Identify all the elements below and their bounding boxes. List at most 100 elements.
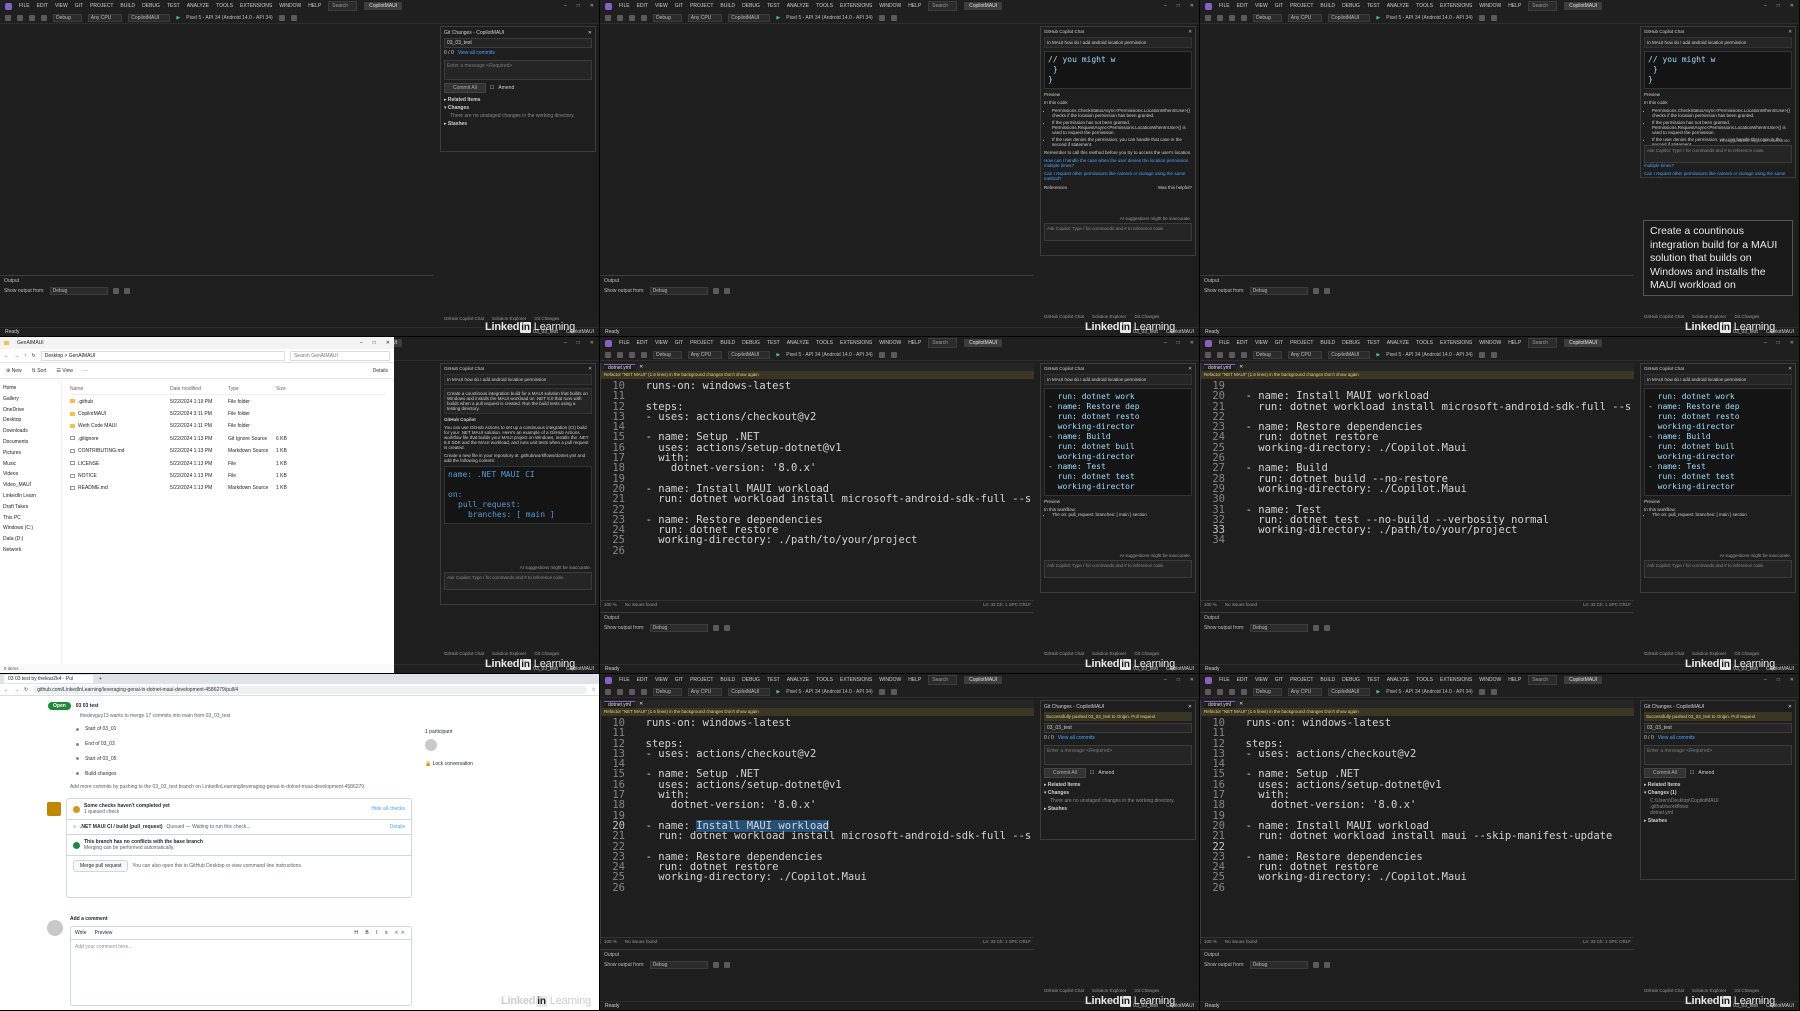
close-icon[interactable]: ✕ <box>590 340 594 346</box>
undo-icon[interactable] <box>641 688 647 695</box>
menu-item[interactable]: BUILD <box>720 340 735 346</box>
view-commits-link[interactable]: View all commits <box>458 50 495 56</box>
nav-item[interactable]: This PC <box>3 515 58 521</box>
window-controls[interactable]: – □ ✕ <box>1764 677 1794 683</box>
close-icon[interactable]: ✕ <box>639 701 643 707</box>
forward-icon[interactable]: → <box>14 687 19 693</box>
menu-item[interactable]: WINDOW <box>879 340 901 346</box>
tool-icon[interactable] <box>890 688 897 695</box>
file-row[interactable]: Weth Code MAUI 5/22/2024 1:11 PM File fold… <box>70 420 386 432</box>
commit-all-button[interactable]: Commit All <box>444 83 486 93</box>
close-icon[interactable]: ✕ <box>1188 704 1192 710</box>
tool-icon[interactable] <box>890 14 897 21</box>
view-button[interactable]: ☰ View <box>56 368 73 374</box>
menu-item[interactable]: WINDOW <box>879 677 901 683</box>
configuration-select[interactable]: Debug <box>1253 687 1282 696</box>
code-editor[interactable]: dotnet.yml ✕ Refactor "NET MAUI" (1.6 line… <box>1200 700 1634 944</box>
browser-tab[interactable]: 03 03 test by thelear2k4 · Pul <box>4 675 94 683</box>
menu-item[interactable]: WINDOW <box>879 3 901 9</box>
nav-item[interactable]: Video_MAUI <box>3 482 58 488</box>
menu-item[interactable]: FILE <box>619 340 630 346</box>
run-icon[interactable]: ▶ <box>1376 15 1380 21</box>
changes-section[interactable]: ▾ Changes <box>1044 790 1192 796</box>
menu-item[interactable]: FILE <box>1219 3 1230 9</box>
wrap-icon[interactable] <box>1324 625 1331 631</box>
editor-tab[interactable]: dotnet.yml <box>1204 700 1236 708</box>
platform-select[interactable]: Any CPU <box>1287 687 1323 696</box>
panel-tab[interactable]: GitHub Copilot Chat <box>444 651 484 656</box>
tool-icon[interactable] <box>878 351 885 358</box>
file-row[interactable]: .gitignore 5/22/2024 1:13 PM Git Ignore So… <box>70 433 386 445</box>
new-tab-icon[interactable]: + <box>99 676 102 682</box>
menu-item[interactable]: TOOLS <box>1416 3 1433 9</box>
panel-tab[interactable]: Solution Explorer <box>1092 314 1126 319</box>
back-icon[interactable]: ← <box>4 687 9 693</box>
sort-button[interactable]: ⇅ Sort <box>32 368 47 374</box>
tool-icon[interactable] <box>1478 14 1485 21</box>
minimize-icon[interactable]: – <box>360 340 363 346</box>
back-icon[interactable]: ← <box>4 353 9 359</box>
minimize-icon[interactable]: – <box>1764 677 1767 683</box>
tool-icon[interactable] <box>278 14 285 21</box>
nav-item[interactable]: Music <box>3 461 58 467</box>
menu-item[interactable]: HELP <box>1508 677 1521 683</box>
menu-item[interactable]: DEBUG <box>1342 3 1360 9</box>
editor-tab[interactable]: dotnet.yml <box>604 700 636 708</box>
commit-item[interactable]: End of 03_03 <box>0 737 420 752</box>
code-editor[interactable]: dotnet.yml ✕ Refactor "NET MAUI" (1.6 line… <box>600 700 1034 944</box>
search-box[interactable]: Search <box>928 1 958 11</box>
menu-item[interactable]: GIT <box>1275 340 1283 346</box>
menu-item[interactable]: TEST <box>767 340 780 346</box>
menu-item[interactable]: BUILD <box>720 677 735 683</box>
panel-tab[interactable]: GitHub Copilot Chat <box>1044 314 1084 319</box>
menu-item[interactable]: HELP <box>908 340 921 346</box>
panel-tab[interactable]: Solution Explorer <box>1092 651 1126 656</box>
close-icon[interactable]: ✕ <box>1790 340 1794 346</box>
chat-input[interactable]: Ask Copilot: Type / for commands and # t… <box>1044 560 1192 578</box>
maximize-icon[interactable]: □ <box>1777 677 1780 683</box>
menu-item[interactable]: BUILD <box>1320 677 1335 683</box>
save-icon[interactable] <box>629 688 635 695</box>
panel-tab[interactable]: GitHub Copilot Chat <box>1644 314 1684 319</box>
menu-item[interactable]: GIT <box>75 3 83 9</box>
refresh-icon[interactable]: ↻ <box>24 687 28 693</box>
hide-checks-link[interactable]: Hide all checks <box>371 806 405 812</box>
column-header[interactable]: Type <box>228 386 276 392</box>
menu-item[interactable]: WINDOW <box>1479 340 1501 346</box>
close-icon[interactable]: ✕ <box>1188 366 1192 372</box>
file-row[interactable]: NOTICE 5/22/2024 1:13 PM File 1 KB <box>70 470 386 482</box>
menu-item[interactable]: VIEW <box>55 3 68 9</box>
panel-tab[interactable]: GitHub Copilot Chat <box>1644 988 1684 993</box>
details-button[interactable]: Details <box>373 368 388 374</box>
menu-item[interactable]: HELP <box>1508 340 1521 346</box>
menu-item[interactable]: VIEW <box>655 340 668 346</box>
menu-item[interactable]: DEBUG <box>742 677 760 683</box>
amend-checkbox[interactable]: ☐ <box>1690 770 1694 776</box>
wrap-icon[interactable] <box>1324 288 1331 294</box>
window-controls[interactable]: – □ ✕ <box>1764 340 1794 346</box>
chat-prompt-bubble[interactable]: Create a countinous integration build fo… <box>1643 220 1793 296</box>
menu-item[interactable]: TOOLS <box>816 3 833 9</box>
close-icon[interactable]: ✕ <box>1239 364 1243 370</box>
platform-select[interactable]: Any CPU <box>687 687 723 696</box>
project-select[interactable]: CopilotMAUI <box>728 687 771 696</box>
maximize-icon[interactable]: □ <box>1177 3 1180 9</box>
nav-item[interactable]: Network <box>3 547 58 553</box>
lock-conversation[interactable]: 🔒 Lock conversation <box>425 761 473 767</box>
project-select[interactable]: CopilotMAUI <box>728 13 771 22</box>
close-icon[interactable]: ✕ <box>1190 3 1194 9</box>
configuration-select[interactable]: Debug <box>1253 350 1282 359</box>
nav-item[interactable]: Gallery <box>3 396 58 402</box>
window-controls[interactable]: – □ ✕ <box>1164 340 1194 346</box>
maximize-icon[interactable]: □ <box>1177 340 1180 346</box>
output-source-select[interactable]: Debug <box>649 287 709 295</box>
preview-button[interactable]: Preview <box>1644 92 1792 97</box>
back-icon[interactable] <box>605 351 611 358</box>
format-toolbar[interactable]: H B I ≡ <> <box>354 930 407 936</box>
menu-item[interactable]: FILE <box>619 3 630 9</box>
menu-item[interactable]: BUILD <box>1320 3 1335 9</box>
menu-item[interactable]: TOOLS <box>816 340 833 346</box>
run-target[interactable]: Pixel 5 - API 34 (Android 14.0 - API 34) <box>1386 15 1472 21</box>
panel-tab[interactable]: Git Changes <box>1134 988 1159 993</box>
close-icon[interactable]: ✕ <box>1788 704 1792 710</box>
